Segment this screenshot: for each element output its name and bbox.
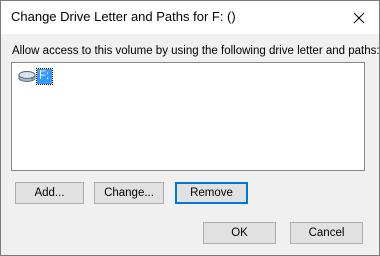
add-button[interactable]: Add... <box>15 182 84 204</box>
drive-paths-listbox[interactable]: F: <box>11 62 365 171</box>
window-title: Change Drive Letter and Paths for F: () <box>11 9 236 24</box>
ok-button[interactable]: OK <box>203 222 276 244</box>
access-prompt-label: Allow access to this volume by using the… <box>12 45 380 57</box>
remove-button[interactable]: Remove <box>175 182 248 204</box>
title-bar: Change Drive Letter and Paths for F: () <box>1 1 379 34</box>
change-button[interactable]: Change... <box>94 182 164 204</box>
drive-icon <box>18 71 36 82</box>
close-button[interactable] <box>349 8 369 28</box>
list-item-label: F: <box>35 67 54 85</box>
list-item[interactable]: F: <box>18 67 54 85</box>
change-drive-letter-dialog: Change Drive Letter and Paths for F: () … <box>0 0 380 256</box>
close-icon <box>353 12 365 24</box>
cancel-button[interactable]: Cancel <box>290 222 363 244</box>
